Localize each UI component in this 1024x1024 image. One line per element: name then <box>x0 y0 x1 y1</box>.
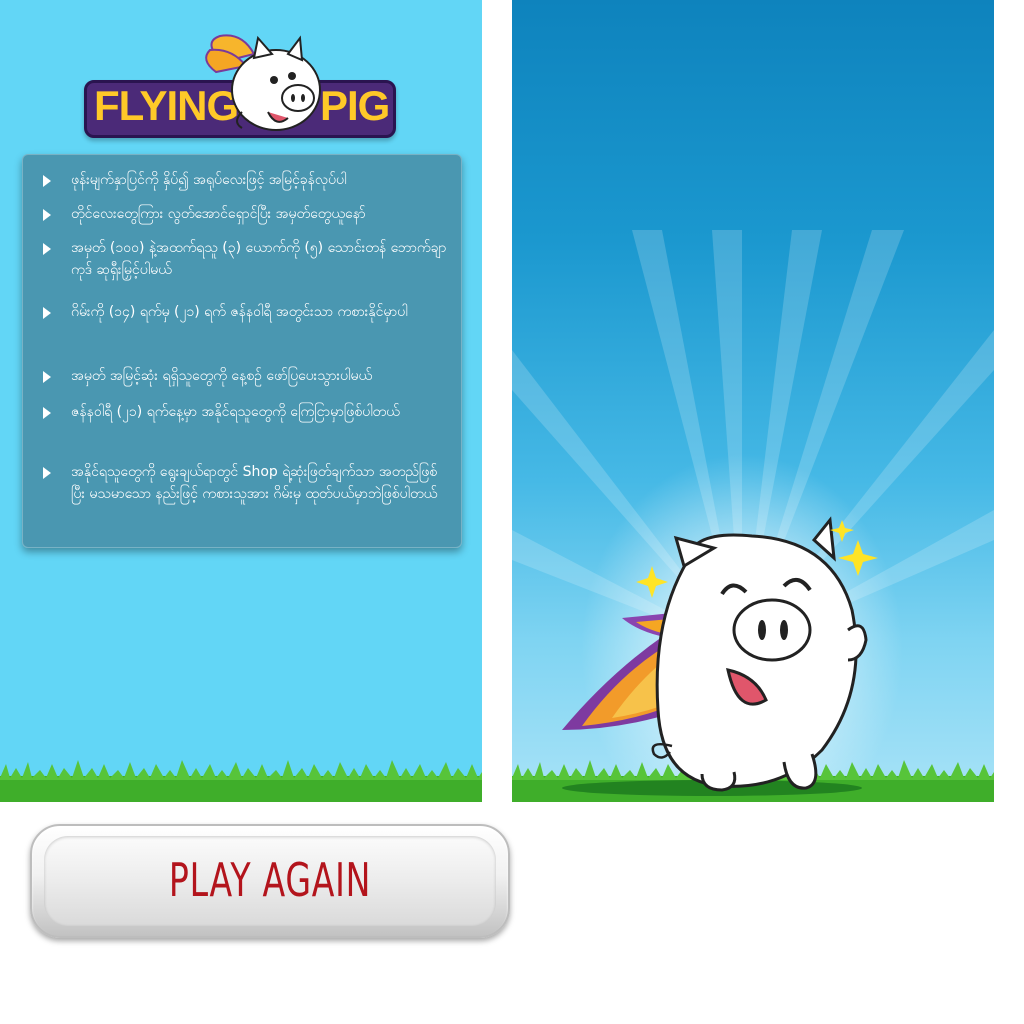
play-again-label: PLAY AGAIN <box>168 853 372 907</box>
rule-item: အမှတ် အမြင့်ဆုံး ရရှိသူတွေကို နေ့စဉ် ဖော… <box>43 365 448 387</box>
bullet-arrow-icon <box>43 467 51 479</box>
rule-item: အနိုင်ရသူတွေကို ရွေးချယ်ရာတွင် Shop ရဲ့ဆ… <box>43 461 448 505</box>
play-again-button[interactable]: PLAY AGAIN <box>30 824 510 938</box>
bullet-arrow-icon <box>43 407 51 419</box>
rule-text: တိုင်လေးတွေကြား လွတ်အောင်ရှောင်ပြီး အမှတ… <box>71 206 366 222</box>
rule-text: ဇန်နဝါရီ (၂၁) ရက်နေ့မှာ အနိုင်ရသူတွေကို … <box>71 404 400 420</box>
logo-pig-icon <box>205 34 321 131</box>
rule-item: အမှတ် (၁၀၀) နဲ့အထက်ရသူ (၃) ယောက်ကို (၅) … <box>43 237 448 281</box>
pig-mascot <box>562 516 878 796</box>
rule-item: ဇန်နဝါရီ (၂၁) ရက်နေ့မှာ အနိုင်ရသူတွေကို … <box>43 401 448 423</box>
instructions-panel: FLYING PIG ဖုန်းမျက်နှာပြင်ကို နှိပ်၍ အရ… <box>0 0 482 802</box>
rule-item: ဖုန်းမျက်နှာပြင်ကို နှိပ်၍ အရုပ်လေးဖြင့်… <box>43 169 448 191</box>
bullet-arrow-icon <box>43 371 51 383</box>
rule-text: ဂိမ်းကို (၁၄) ရက်မှ (၂၁) ရက် ဇန်နဝါရီ အတ… <box>71 304 408 320</box>
rule-text: အမှတ် အမြင့်ဆုံး ရရှိသူတွေကို နေ့စဉ် ဖော… <box>71 368 373 384</box>
rules-box: ဖုန်းမျက်နှာပြင်ကို နှိပ်၍ အရုပ်လေးဖြင့်… <box>22 154 462 548</box>
bullet-arrow-icon <box>43 243 51 255</box>
rule-item: ဂိမ်းကို (၁၄) ရက်မှ (၂၁) ရက် ဇန်နဝါရီ အတ… <box>43 301 448 323</box>
bullet-arrow-icon <box>43 175 51 187</box>
rule-text: အနိုင်ရသူတွေကို ရွေးချယ်ရာတွင် Shop ရဲ့ဆ… <box>71 464 438 502</box>
rule-text: အမှတ် (၁၀၀) နဲ့အထက်ရသူ (၃) ယောက်ကို (၅) … <box>71 240 447 278</box>
bullet-arrow-icon <box>43 209 51 221</box>
bullet-arrow-icon <box>43 307 51 319</box>
rule-text: ဖုန်းမျက်နှာပြင်ကို နှိပ်၍ အရုပ်လေးဖြင့်… <box>71 172 347 188</box>
grass-strip <box>0 760 482 802</box>
game-scene[interactable] <box>512 0 994 802</box>
flying-pig-logo: FLYING PIG <box>84 32 396 142</box>
rule-item: တိုင်လေးတွေကြား လွတ်အောင်ရှောင်ပြီး အမှတ… <box>43 203 448 225</box>
